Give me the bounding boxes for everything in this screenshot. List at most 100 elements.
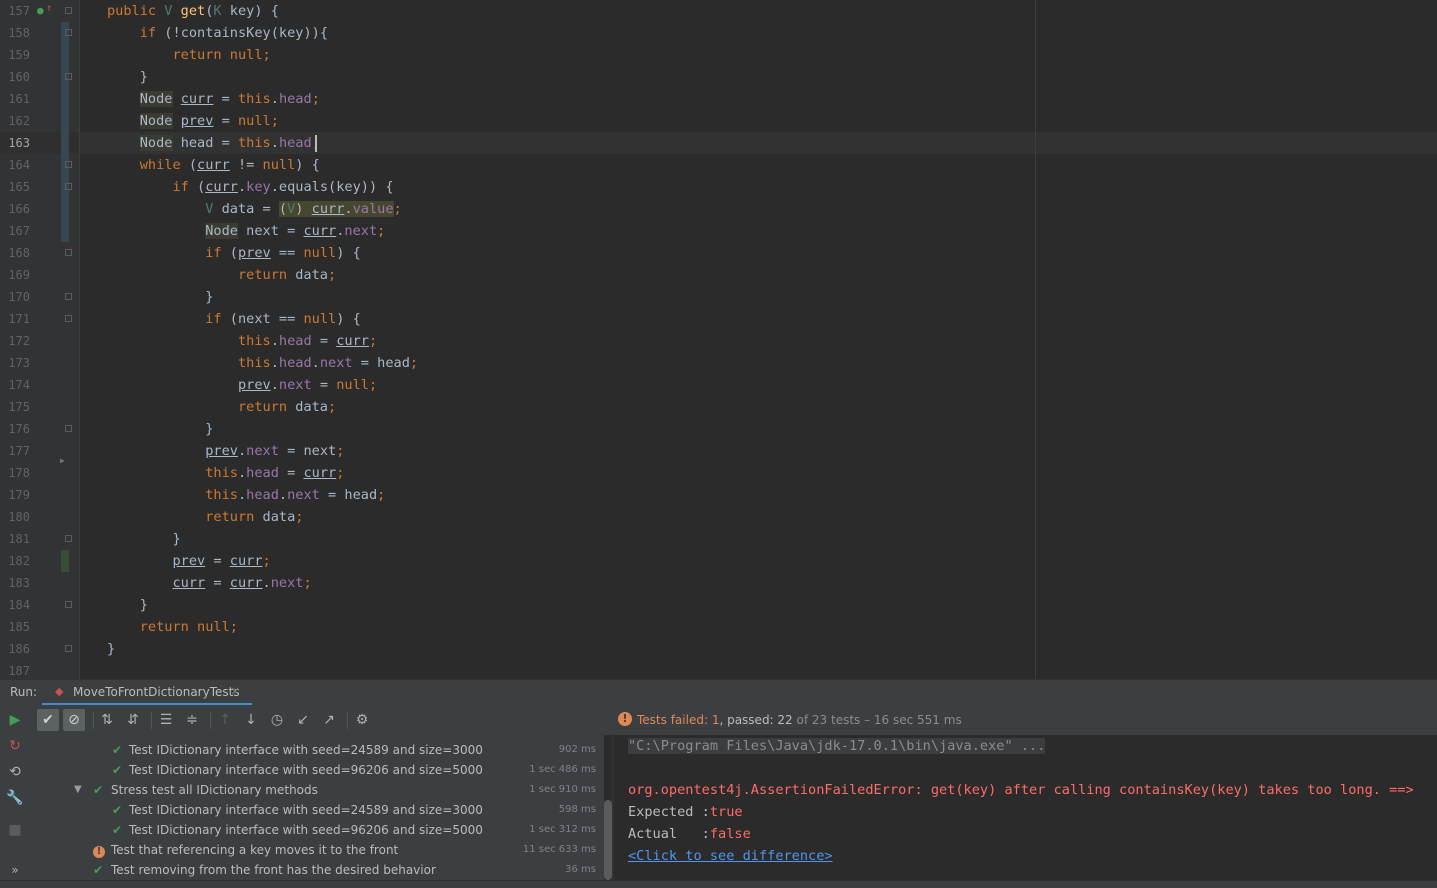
code-token: V <box>205 201 214 217</box>
test-status-summary: Tests failed: 1, passed: 22 of 23 tests … <box>637 705 962 735</box>
code-token: key <box>246 179 271 195</box>
code-token: public <box>107 3 157 19</box>
code-token: next <box>319 355 353 371</box>
collapse-all-icon[interactable]: ≑ <box>181 709 203 731</box>
more-icon[interactable]: » <box>4 859 26 881</box>
next-failed-icon[interactable]: ↓ <box>240 709 262 731</box>
test-tree-row[interactable]: ✔ Test IDictionary interface with seed=9… <box>30 820 604 840</box>
test-name: Test removing from the front has the des… <box>111 863 436 877</box>
actual-value: false <box>709 826 751 842</box>
tree-scrollbar[interactable] <box>604 800 612 880</box>
code-token: return <box>205 509 255 525</box>
see-difference-link[interactable]: <Click to see difference> <box>628 848 833 864</box>
rerun-failed-icon[interactable]: ↻ <box>4 735 26 757</box>
stop-icon[interactable]: ■ <box>4 819 26 841</box>
test-name: Test IDictionary interface with seed=962… <box>129 823 483 837</box>
code-token: prev <box>180 113 214 129</box>
line-number[interactable]: 187 <box>0 660 30 679</box>
toolbar-separator <box>93 712 94 729</box>
toolbar-separator <box>347 712 348 729</box>
code-token: next <box>287 487 320 503</box>
test-tree-row[interactable]: ✔ Test IDictionary interface with seed=2… <box>30 800 604 820</box>
code-token: key <box>278 25 304 41</box>
test-name: Test IDictionary interface with seed=245… <box>129 803 483 817</box>
close-icon[interactable]: × <box>230 684 240 698</box>
toggle-auto-test-icon[interactable]: ⟲ <box>4 761 26 783</box>
code-token: Node <box>139 113 173 129</box>
export-tests-icon[interactable]: ↗ <box>318 709 340 731</box>
code-token: null <box>197 619 230 635</box>
rerun-icon[interactable]: ▶ <box>4 709 26 731</box>
code-token: curr <box>180 91 214 107</box>
run-label: Run: <box>10 685 38 699</box>
code-token: this <box>205 487 238 503</box>
test-tree-row[interactable]: ✔ Test removing from the front has the d… <box>30 860 604 880</box>
test-tree-row[interactable]: ! Test that referencing a key moves it t… <box>30 840 604 860</box>
right-margin-guide <box>1035 0 1036 679</box>
code-token: this <box>238 91 271 107</box>
console-expected-line: Expected :true <box>628 801 743 823</box>
import-tests-icon[interactable]: ↙ <box>292 709 314 731</box>
code-token: Node <box>205 223 238 239</box>
status-suffix: of 23 tests – 16 sec 551 ms <box>792 713 962 727</box>
code-token: curr <box>205 179 238 195</box>
code-token: if <box>205 245 222 261</box>
test-passed-icon: ✔ <box>112 743 123 757</box>
expand-all-icon[interactable]: ☰ <box>155 709 177 731</box>
show-ignored-icon[interactable]: ⊘ <box>63 709 85 731</box>
previous-failed-icon[interactable]: ↑ <box>214 709 236 731</box>
sort-alphabetically-icon[interactable]: ⇅ <box>96 709 118 731</box>
test-duration: 36 ms <box>565 864 596 875</box>
wrench-icon[interactable]: 🔧 <box>4 787 26 809</box>
status-passed-count: 22 <box>777 713 793 727</box>
code-token: curr <box>229 575 263 591</box>
test-console-output[interactable]: "C:\Program Files\Java\jdk-17.0.1\bin\ja… <box>614 735 1437 880</box>
code-token: head <box>344 487 378 503</box>
test-tree-row[interactable]: ✔ Test IDictionary interface with seed=9… <box>30 760 604 780</box>
run-tab[interactable]: ◆ MoveToFrontDictionaryTests × <box>42 680 252 706</box>
console-command-line[interactable]: "C:\Program Files\Java\jdk-17.0.1\bin\ja… <box>628 738 1046 754</box>
code-token: K <box>213 3 222 19</box>
code-token: next <box>246 223 279 239</box>
code-token: Node <box>139 135 173 151</box>
test-duration: 598 ms <box>558 804 596 815</box>
test-tree-row[interactable]: ✔ Test IDictionary interface with seed=2… <box>30 740 604 760</box>
code-token: next <box>303 443 337 459</box>
chevron-down-icon[interactable]: ▼ <box>74 780 82 800</box>
code-token: return <box>139 619 189 635</box>
code-token: curr <box>229 553 263 569</box>
test-duration: 1 sec 486 ms <box>529 764 596 775</box>
code-token: equals <box>278 179 329 195</box>
code-editor[interactable]: ▶ ● ↑ 157 158 159 160 161 162 163 164 165 166 167 1… <box>0 0 1437 679</box>
test-runner-toolbar: ✔ ⊘ ⇅ ⇵ ☰ ≑ ↑ ↓ ◷ ↙ ↗ ⚙ <box>30 705 612 735</box>
code-token: curr <box>336 333 369 349</box>
code-token: prev <box>237 245 271 261</box>
code-token: Node <box>139 91 173 107</box>
sort-by-duration-icon[interactable]: ⇵ <box>122 709 144 731</box>
code-token: next <box>344 223 378 239</box>
test-passed-icon: ✔ <box>112 803 123 817</box>
test-history-icon[interactable]: ◷ <box>266 709 288 731</box>
code-token: curr <box>303 223 337 239</box>
test-duration: 11 sec 633 ms <box>522 844 596 855</box>
test-tree-row[interactable]: ▼ ✔ Stress test all IDictionary methods … <box>30 780 604 800</box>
expected-label: Expected : <box>628 804 710 820</box>
code-token: prev <box>205 443 238 459</box>
code-token: containsKey <box>180 25 271 41</box>
code-token: head <box>180 135 214 151</box>
toolbar-separator <box>151 712 152 729</box>
settings-gear-icon[interactable]: ⚙ <box>351 709 373 731</box>
text-caret <box>315 135 317 152</box>
code-token: head <box>278 355 312 371</box>
show-passed-icon[interactable]: ✔ <box>37 709 59 731</box>
code-token: V <box>164 3 173 19</box>
code-token: next <box>278 377 312 393</box>
code-token: curr <box>197 157 230 173</box>
code-token: null <box>262 157 296 173</box>
code-token: null <box>303 245 337 261</box>
code-token: this <box>237 355 271 371</box>
test-results-tree[interactable]: ✔ Test IDictionary interface with seed=2… <box>30 735 604 880</box>
code-token: next <box>237 311 271 327</box>
code-token: curr <box>172 575 206 591</box>
code-token: next <box>246 443 279 459</box>
